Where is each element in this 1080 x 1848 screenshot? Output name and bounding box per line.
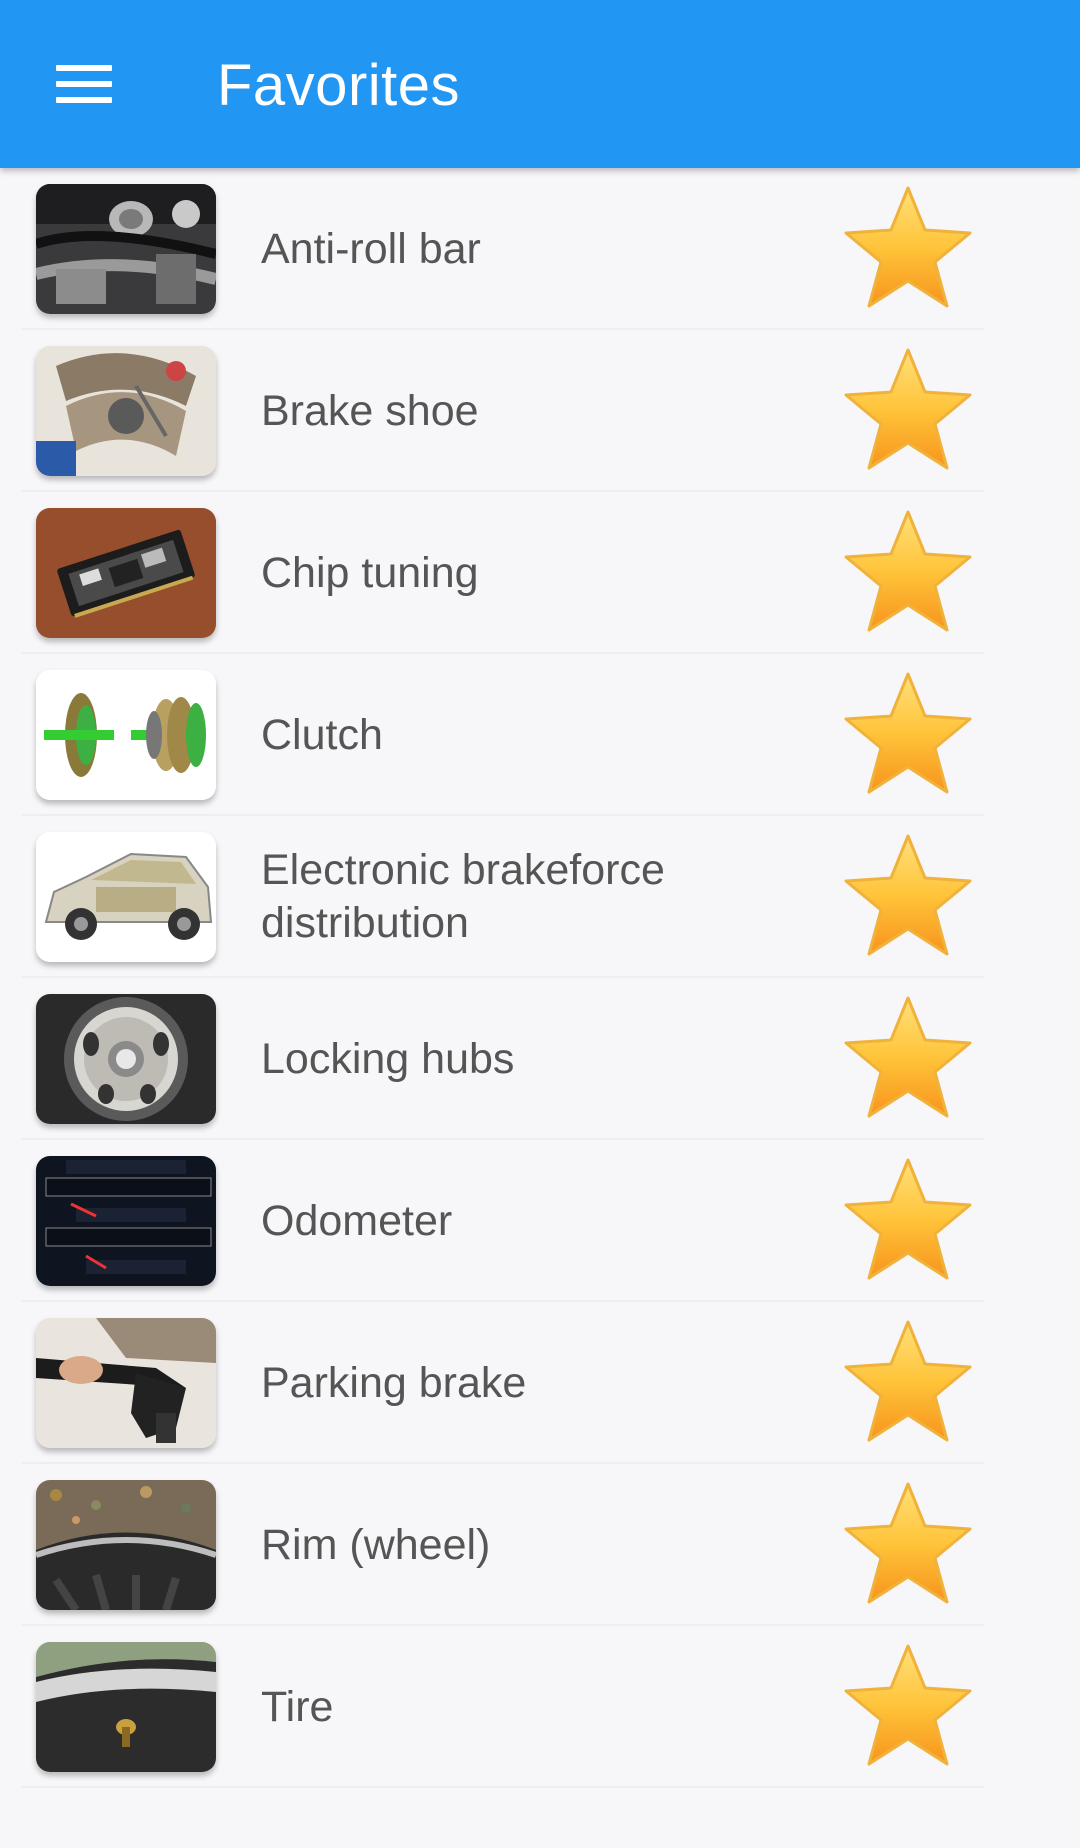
favorite-star-icon[interactable] (838, 1152, 978, 1292)
list-item[interactable]: Electronic brakeforce distribution (0, 816, 1080, 978)
item-label: Brake shoe (261, 386, 479, 435)
favorite-star-icon[interactable] (838, 1638, 978, 1778)
menu-button[interactable] (40, 42, 128, 126)
favorite-star-icon[interactable] (838, 180, 978, 320)
item-label: Rim (wheel) (261, 1520, 491, 1569)
item-label: Chip tuning (261, 548, 479, 597)
electronic-brakeforce-distribution-photo (36, 832, 216, 962)
item-label: Tire (261, 1682, 334, 1731)
favorite-star-icon[interactable] (838, 342, 978, 482)
favorites-list: Anti-roll bar Brake shoe Chip tuning Clu… (0, 168, 1080, 1788)
list-item[interactable]: Parking brake (0, 1302, 1080, 1464)
list-item[interactable]: Odometer (0, 1140, 1080, 1302)
list-item[interactable]: Brake shoe (0, 330, 1080, 492)
page-title: Favorites (217, 53, 461, 118)
list-item[interactable]: Chip tuning (0, 492, 1080, 654)
item-label: Anti-roll bar (261, 224, 481, 273)
favorite-star-icon[interactable] (838, 504, 978, 644)
item-label: Electronic brakeforce distribution (261, 846, 665, 947)
list-item[interactable]: Locking hubs (0, 978, 1080, 1140)
chip-tuning-photo (36, 508, 216, 638)
parking-brake-photo (36, 1318, 216, 1448)
item-label: Odometer (261, 1196, 453, 1245)
item-label: Clutch (261, 710, 383, 759)
favorite-star-icon[interactable] (838, 1476, 978, 1616)
rim-wheel-photo (36, 1480, 216, 1610)
item-label: Locking hubs (261, 1034, 515, 1083)
tire-photo (36, 1642, 216, 1772)
list-item[interactable]: Tire (0, 1626, 1080, 1788)
favorite-star-icon[interactable] (838, 666, 978, 806)
odometer-photo (36, 1156, 216, 1286)
locking-hubs-photo (36, 994, 216, 1124)
favorite-star-icon[interactable] (838, 1314, 978, 1454)
item-label: Parking brake (261, 1358, 527, 1407)
list-item[interactable]: Rim (wheel) (0, 1464, 1080, 1626)
list-item[interactable]: Clutch (0, 654, 1080, 816)
clutch-photo (36, 670, 216, 800)
favorite-star-icon[interactable] (838, 828, 978, 968)
brake-shoe-photo (36, 346, 216, 476)
favorite-star-icon[interactable] (838, 990, 978, 1130)
hamburger-menu-icon (56, 65, 112, 103)
anti-roll-bar-photo (36, 184, 216, 314)
list-item[interactable]: Anti-roll bar (0, 168, 1080, 330)
app-bar: Favorites (0, 0, 1080, 168)
